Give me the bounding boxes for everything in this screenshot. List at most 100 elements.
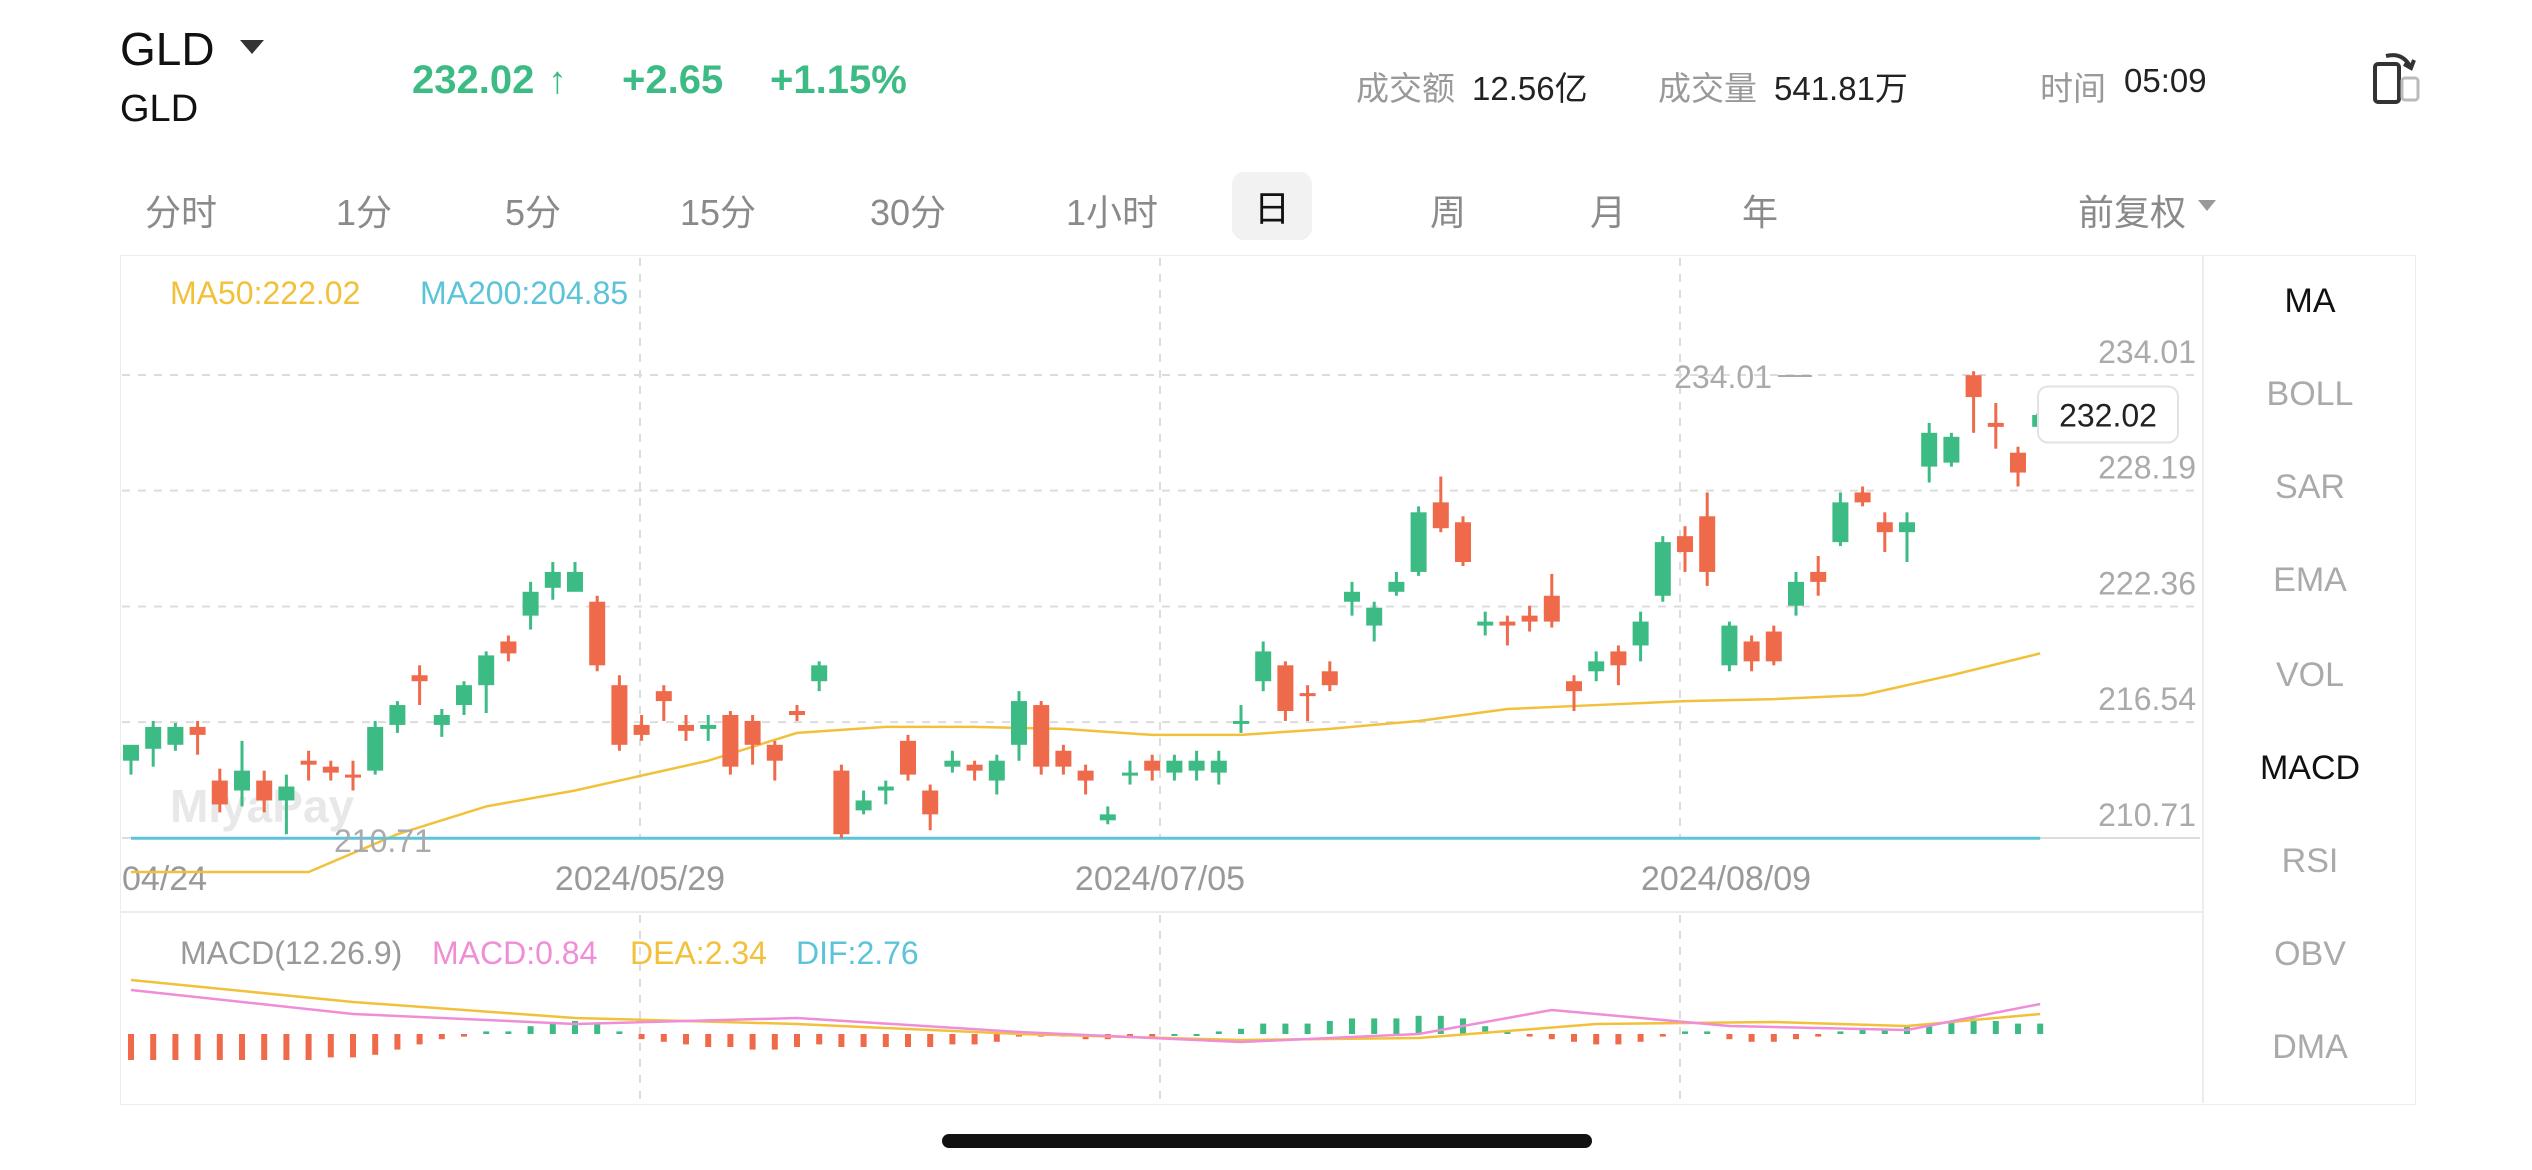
candle-body — [966, 764, 983, 771]
low-label: 210.71 — [334, 823, 432, 859]
candle-body — [1743, 641, 1760, 662]
macd-bar — [1149, 1034, 1156, 1037]
macd-bar — [327, 1034, 334, 1058]
macd-bar — [305, 1034, 312, 1060]
macd-bar — [1526, 1034, 1533, 1037]
candle-body — [456, 685, 472, 706]
candle-body — [1188, 760, 1205, 771]
candle-body — [633, 724, 650, 735]
x-tick-label: 2024/08/09 — [1641, 860, 1811, 898]
candle-body — [1987, 422, 2004, 427]
dea-value: DEA:2.34 — [630, 935, 767, 971]
macd-bar — [1393, 1018, 1400, 1034]
macd-bar — [1349, 1018, 1355, 1034]
indicator-ma[interactable]: MA — [2210, 282, 2410, 321]
y-tick-label: 216.54 — [2098, 681, 2196, 717]
macd-bar — [905, 1034, 911, 1047]
macd-bar — [638, 1034, 645, 1040]
candle-body — [1943, 436, 1960, 463]
candle-body — [1299, 693, 1316, 697]
candle-body — [234, 770, 250, 791]
candle-body — [345, 774, 361, 778]
macd-bar — [749, 1034, 756, 1050]
candle-body — [1965, 375, 1982, 398]
candle-body — [1721, 625, 1738, 666]
candle-body — [1765, 631, 1782, 662]
candle-body — [766, 744, 783, 761]
candle-body — [1122, 772, 1138, 776]
candle-body — [367, 726, 384, 771]
y-tick-label: 234.01 — [2098, 334, 2196, 370]
last-price-label: 232.02 — [2059, 398, 2157, 434]
candle-body — [211, 780, 228, 805]
candle-body — [944, 760, 961, 767]
macd-bar — [150, 1034, 157, 1060]
candle-body — [1654, 542, 1671, 596]
candle-body — [1854, 492, 1871, 503]
candle-body — [1610, 651, 1627, 666]
macd-bar — [705, 1034, 712, 1047]
indicator-ema[interactable]: EMA — [2210, 561, 2410, 600]
macd-bar — [1548, 1034, 1555, 1040]
macd-bar — [927, 1034, 934, 1047]
macd-bar — [1659, 1034, 1666, 1037]
macd-bar — [1682, 1031, 1688, 1034]
candle-body — [1321, 671, 1338, 686]
candle-body — [167, 726, 184, 745]
macd-bar — [483, 1031, 490, 1034]
macd-bar — [461, 1034, 467, 1037]
macd-bar — [2037, 1023, 2044, 1034]
candle-body — [1632, 621, 1649, 646]
candle-body — [1543, 595, 1560, 622]
macd-bar — [1171, 1034, 1178, 1036]
candle-body — [433, 714, 450, 725]
high-label: 234.01 — [1674, 359, 1772, 395]
indicator-obv[interactable]: OBV — [2210, 935, 2410, 974]
candle-body — [1366, 607, 1383, 626]
indicator-sar[interactable]: SAR — [2210, 468, 2410, 507]
macd-bar — [816, 1034, 823, 1045]
candle-body — [2010, 452, 2026, 473]
candle-body — [700, 724, 717, 729]
candle-body — [1477, 621, 1494, 626]
indicator-rsi[interactable]: RSI — [2210, 842, 2410, 881]
candle-body — [300, 760, 317, 765]
macd-bar — [2015, 1023, 2021, 1034]
indicator-vol[interactable]: VOL — [2210, 656, 2410, 695]
macd-bar — [1637, 1034, 1644, 1042]
candle-body — [1432, 502, 1449, 529]
candle-body — [1810, 571, 1827, 582]
macd-bar — [394, 1034, 401, 1050]
ma200-legend: MA200:204.85 — [420, 275, 628, 311]
macd-bar — [1793, 1034, 1799, 1040]
indicator-dma[interactable]: DMA — [2210, 1028, 2410, 1067]
macd-bar — [505, 1031, 512, 1034]
macd-bar — [1304, 1023, 1311, 1034]
indicator-boll[interactable]: BOLL — [2210, 375, 2410, 414]
candle-body — [655, 691, 672, 702]
candle-body — [855, 800, 872, 811]
macd-bar — [549, 1023, 556, 1034]
candle-body — [1566, 681, 1582, 692]
macd-bar — [216, 1034, 223, 1060]
macd-bar — [771, 1034, 778, 1050]
candle-body — [123, 744, 139, 761]
dif-value: DIF:2.76 — [796, 935, 919, 971]
candle-body — [500, 641, 517, 654]
indicator-macd[interactable]: MACD — [2210, 749, 2410, 788]
candle-body — [1521, 615, 1538, 622]
macd-bar — [1260, 1023, 1267, 1034]
candle-body — [1921, 432, 1938, 467]
candle-body — [922, 790, 939, 815]
candle-body — [1899, 522, 1915, 533]
macd-bar — [1593, 1034, 1600, 1045]
macd-bar — [1992, 1021, 1999, 1034]
macd-bar — [1770, 1034, 1777, 1042]
candle-body — [1011, 701, 1027, 745]
price-chart[interactable]: 234.01 228.19 222.36 216.54 210.71 04/24 2024/… — [0, 0, 2532, 1170]
home-indicator[interactable] — [942, 1134, 1592, 1148]
candle-body — [478, 655, 495, 686]
x-tick-label: 2024/05/29 — [555, 860, 725, 898]
candle-body — [1499, 621, 1516, 626]
candle-body — [256, 780, 273, 801]
